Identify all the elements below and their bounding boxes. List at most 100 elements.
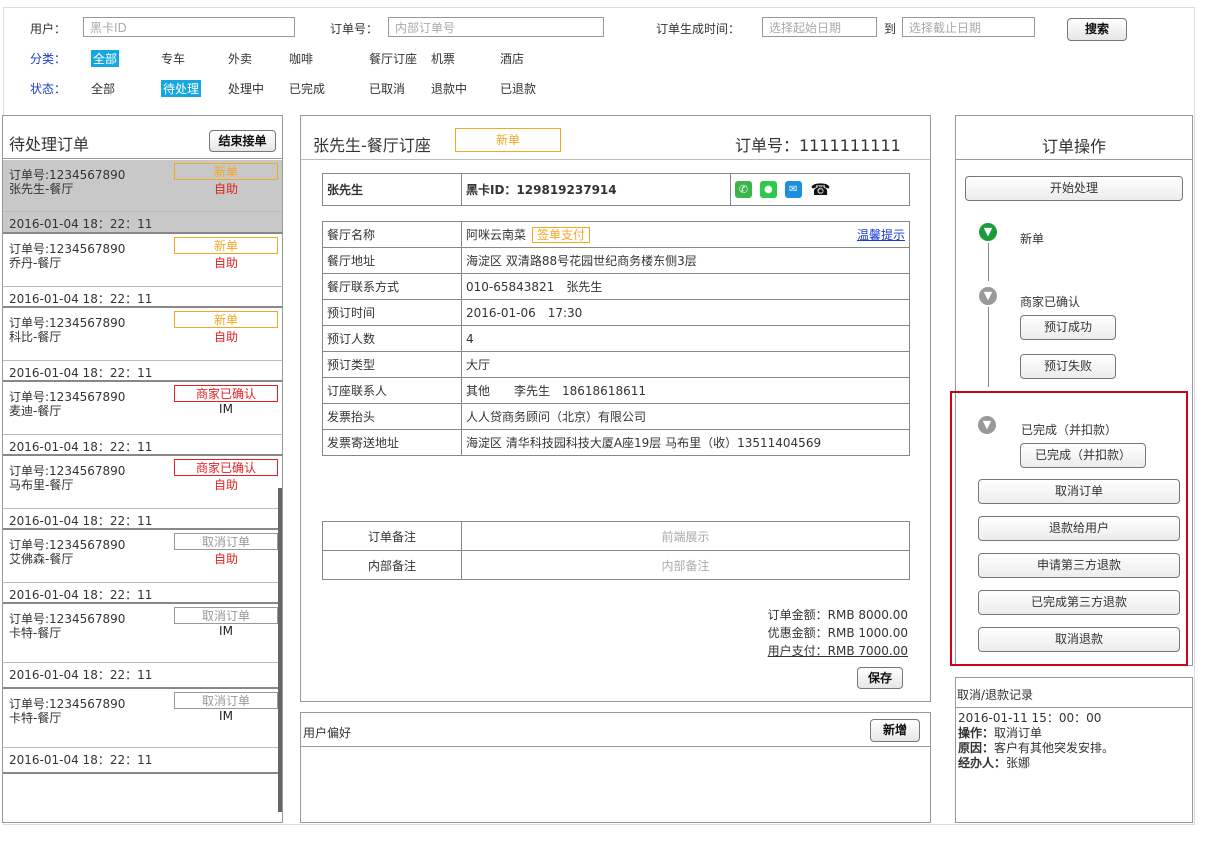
order-status-badge: 商家已确认 (174, 459, 278, 476)
status-refunded[interactable]: 已退款 (500, 80, 536, 97)
time-label: 订单生成时间： (656, 22, 741, 36)
chat-icon[interactable]: ● (759, 181, 777, 198)
category-restaurant[interactable]: 餐厅订座 (369, 50, 417, 67)
timeline-line-2 (988, 307, 989, 387)
status-pending[interactable]: 待处理 (161, 80, 202, 97)
status-cancelled[interactable]: 已取消 (369, 80, 405, 97)
category-label: 分类： (30, 52, 67, 66)
order-date-divider (3, 286, 282, 287)
info-value-text: 010-65843821 张先生 (466, 280, 603, 294)
log-title: 取消/退款记录 (957, 688, 1034, 702)
info-label: 订座联系人 (322, 377, 462, 404)
order-list-item[interactable]: 订单号:1234567890 乔丹-餐厅 新单 自助 2016-01-04 18：22：… (3, 234, 282, 308)
log-op-label: 操作： (958, 726, 995, 740)
info-label: 餐厅联系方式 (322, 273, 462, 300)
order-list-item[interactable]: 订单号:1234567890 卡特-餐厅 取消订单 IM 2016-01-04 18：2… (3, 604, 282, 689)
order-list-scrollbar[interactable] (278, 488, 282, 812)
info-value-text: 海淀区 清华科技园科技大厦A座19层 马布里（收）13511404569 (466, 436, 822, 450)
info-value-text: 2016-01-06 17:30 (466, 306, 583, 320)
info-value-text: 其他 李先生 18618618611 (466, 384, 646, 398)
order-date: 2016-01-04 18：22：11 (9, 514, 153, 528)
third-party-refund-button[interactable]: 申请第三方退款 (978, 553, 1180, 578)
status-processing[interactable]: 处理中 (228, 80, 264, 97)
tip-link[interactable]: 温馨提示 (857, 226, 905, 243)
order-customer: 科比-餐厅 (9, 330, 62, 344)
booking-success-button[interactable]: 预订成功 (1020, 315, 1116, 340)
status-completed[interactable]: 已完成 (289, 80, 325, 97)
order-list-item[interactable]: 订单号:1234567890 马布里-餐厅 商家已确认 自助 2016-01-04 18… (3, 456, 282, 530)
hangup-icon[interactable]: ☎ (809, 181, 831, 198)
order-date: 2016-01-04 18：22：11 (9, 366, 153, 380)
end-date-input[interactable]: 选择截止日期 (902, 17, 1035, 37)
detail-status-badge: 新单 (455, 128, 561, 152)
order-mode: IM (219, 709, 233, 723)
category-flight[interactable]: 机票 (431, 50, 455, 67)
order-detail-panel: 张先生-餐厅订座 新单 订单号：1111111111 张先生 黑卡ID：1298… (300, 115, 931, 702)
third-party-refund-done-button[interactable]: 已完成第三方退款 (978, 590, 1180, 615)
discount-amount: 优惠金额：RMB 1000.00 (767, 626, 908, 640)
detail-divider (301, 159, 930, 160)
order-date: 2016-01-04 18：22：11 (9, 753, 153, 767)
order-customer: 麦迪-餐厅 (9, 404, 62, 418)
refund-user-button[interactable]: 退款给用户 (978, 516, 1180, 541)
category-hotel[interactable]: 酒店 (500, 50, 524, 67)
order-list-item[interactable]: 订单号:1234567890 麦迪-餐厅 商家已确认 IM 2016-01-04 18：… (3, 382, 282, 456)
order-status-badge: 新单 (174, 163, 278, 180)
order-status-badge: 取消订单 (174, 692, 278, 709)
order-list-item[interactable]: 订单号:1234567890 科比-餐厅 新单 自助 2016-01-04 18：22：… (3, 308, 282, 382)
phone-icon[interactable]: ✆ (735, 181, 752, 198)
info-label: 发票寄送地址 (322, 429, 462, 456)
info-value: 人人贷商务顾问（北京）有限公司 (461, 403, 910, 430)
card-id: 黑卡ID：129819237914 (466, 183, 617, 197)
completed-charge-button[interactable]: 已完成（并扣款） (1020, 443, 1146, 468)
save-button[interactable]: 保存 (857, 667, 903, 689)
order-no-input[interactable]: 内部订单号 (388, 17, 604, 37)
status-refunding[interactable]: 退款中 (431, 80, 467, 97)
cancel-order-button[interactable]: 取消订单 (978, 479, 1180, 504)
order-amount: 订单金额：RMB 8000.00 (767, 608, 908, 622)
booking-failed-button[interactable]: 预订失败 (1020, 354, 1116, 379)
search-button[interactable]: 搜索 (1067, 18, 1127, 41)
status-all[interactable]: 全部 (91, 80, 115, 97)
category-car[interactable]: 专车 (161, 50, 185, 67)
end-orders-button[interactable]: 结束接单 (209, 130, 276, 152)
info-label: 餐厅名称 (322, 221, 462, 248)
log-divider (956, 707, 1192, 708)
user-input[interactable]: 黑卡ID (83, 17, 295, 37)
category-coffee[interactable]: 咖啡 (289, 50, 313, 67)
order-date: 2016-01-04 18：22：11 (9, 668, 153, 682)
add-preference-button[interactable]: 新增 (870, 719, 920, 742)
order-list-item[interactable]: 订单号:1234567890 艾佛森-餐厅 取消订单 自助 2016-01-04 18：… (3, 530, 282, 604)
order-status-badge: 商家已确认 (174, 385, 278, 402)
order-mode: IM (219, 624, 233, 638)
log-reason-value: 客户有其他突发安排。 (994, 741, 1115, 755)
log-body: 2016-01-11 15：00：00 操作：取消订单 原因：客户有其他突发安排… (958, 711, 1114, 771)
order-remark-input[interactable]: 前端展示 (461, 521, 910, 551)
category-takeout[interactable]: 外卖 (228, 50, 252, 67)
info-value: 阿咪云南菜 签单支付 温馨提示 (461, 221, 910, 248)
info-value-text: 海淀区 双清路88号花园世纪商务楼东侧3层 (466, 254, 697, 268)
category-all[interactable]: 全部 (91, 50, 120, 67)
internal-remark-input[interactable]: 内部备注 (461, 550, 910, 580)
customer-name: 张先生 (322, 173, 462, 206)
to-label: 到 (884, 22, 897, 36)
start-date-input[interactable]: 选择起始日期 (762, 17, 877, 37)
order-date: 2016-01-04 18：22：11 (9, 588, 153, 602)
info-value: 海淀区 双清路88号花园世纪商务楼东侧3层 (461, 247, 910, 274)
cancel-refund-button[interactable]: 取消退款 (978, 627, 1180, 652)
info-label: 预订类型 (322, 351, 462, 378)
preference-divider (301, 746, 930, 747)
step-merchant-confirmed: 商家已确认 (1020, 295, 1081, 309)
order-mode: 自助 (213, 478, 238, 492)
user-label: 用户： (30, 22, 67, 36)
internal-remark-label: 内部备注 (322, 550, 462, 580)
info-value-text: 大厅 (466, 358, 491, 372)
order-list-item[interactable]: 订单号:1234567890 张先生-餐厅 新单 自助 2016-01-04 18：22… (3, 160, 282, 234)
info-value-text: 人人贷商务顾问（北京）有限公司 (466, 410, 647, 424)
order-date-divider (3, 662, 282, 663)
mail-icon[interactable]: ✉ (784, 181, 802, 198)
timeline-line-1 (988, 243, 989, 281)
order-list-item[interactable]: 订单号:1234567890 卡特-餐厅 取消订单 IM 2016-01-04 18：2… (3, 689, 282, 774)
customer-table: 张先生 黑卡ID：129819237914 ✆ ● ✉ ☎ (322, 173, 910, 206)
start-processing-button[interactable]: 开始处理 (965, 176, 1183, 201)
